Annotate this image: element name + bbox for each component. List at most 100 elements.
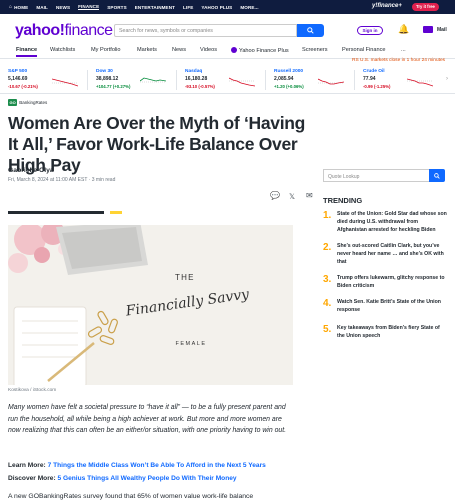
discover-more-link[interactable]: 5 Genius Things All Wealthy People Do Wi…	[57, 475, 236, 482]
mail-link[interactable]: Mail	[437, 27, 447, 33]
ticker-sp500[interactable]: S&P 500 5,146.69 -10.67 (-0.21%)	[8, 69, 88, 93]
image-text-sub: FEMALE	[175, 341, 206, 347]
discover-more-label: Discover More:	[8, 475, 56, 482]
site-header: yahoo!finance Search for news, symbols o…	[0, 14, 455, 44]
logo-finance-text: finance	[64, 22, 113, 39]
subnav-watchlists[interactable]: Watchlists	[50, 47, 75, 53]
bell-icon[interactable]: 🔔	[398, 25, 409, 34]
yahoo-finance-plus-logo[interactable]: y!finance+	[372, 3, 402, 9]
trending-headline: She’s out-scored Caitlin Clark, but you’…	[337, 243, 444, 265]
topnav-sports[interactable]: SPORTS	[107, 5, 127, 10]
trending-headline: Key takeaways from Biden’s fiery State o…	[337, 325, 440, 339]
finance-subnav: Finance Watchlists My Portfolio Markets …	[0, 44, 455, 59]
trending-rank: 3.	[323, 274, 332, 285]
email-share-icon[interactable]: ✉	[306, 191, 313, 200]
trending-rank: 5.	[323, 324, 332, 335]
trending-headline: State of the Union: Gold Star dad whose …	[337, 211, 447, 233]
article-byline: Fri, March 8, 2024 at 11:00 AM EST · 3 m…	[8, 177, 116, 183]
learn-more-line: Learn More: 7 Things the Middle Class Wo…	[8, 462, 266, 469]
sparkline-chart	[407, 78, 433, 87]
discover-more-line: Discover More: 5 Genius Things All Wealt…	[8, 475, 237, 482]
sparkline-chart	[52, 78, 78, 87]
ticker-name: Nasdaq	[185, 69, 203, 74]
learn-more-link[interactable]: 7 Things the Middle Class Won’t Be Able …	[48, 462, 266, 469]
article-hero-image: THE Financially Savvy FEMALE	[8, 225, 293, 385]
trending-item[interactable]: 5. Key takeaways from Biden’s fiery Stat…	[323, 325, 448, 341]
sign-in-button[interactable]: Sign in	[357, 26, 383, 35]
topnav-entertainment[interactable]: ENTERTAINMENT	[135, 5, 175, 10]
ticker-name: Dow 30	[96, 69, 113, 74]
topnav-finance[interactable]: FINANCE	[78, 4, 100, 10]
decorative-bar-yellow	[110, 211, 122, 214]
topnav-home[interactable]: ⌂ HOME	[9, 4, 28, 10]
search-icon	[434, 172, 440, 179]
topnav-more[interactable]: MORE...	[240, 5, 258, 10]
subnav-videos[interactable]: Videos	[200, 47, 217, 53]
ticker-nasdaq[interactable]: Nasdaq 16,180.28 -93.10 (-0.57%)	[185, 69, 265, 93]
try-it-free-button[interactable]: Try it free	[412, 2, 439, 11]
subnav-finance[interactable]: Finance	[16, 47, 38, 57]
ticker-divider	[87, 70, 88, 90]
quote-lookup-button[interactable]	[429, 169, 445, 182]
ticker-divider	[354, 70, 355, 90]
subnav-news[interactable]: News	[172, 47, 186, 53]
trending-rank: 4.	[323, 298, 332, 309]
x-share-icon[interactable]: 𝕏	[289, 192, 295, 201]
article-source[interactable]: GO BankingRates	[8, 99, 47, 106]
ticker-name: Crude Oil	[363, 69, 385, 74]
subnav-personal-finance[interactable]: Personal Finance	[342, 47, 386, 53]
article-author[interactable]: Gabrielle Olya	[8, 167, 54, 174]
ticker-name: S&P 500	[8, 69, 28, 74]
subnav-yahoo-finance-plus[interactable]: Yahoo Finance Plus	[231, 47, 289, 54]
image-text-the: THE	[175, 273, 195, 282]
ticker-divider	[265, 70, 266, 90]
ticker-divider	[176, 70, 177, 90]
topnav-mail[interactable]: MAIL	[36, 5, 48, 10]
trending-rank: 2.	[323, 242, 332, 253]
search-icon	[307, 27, 314, 34]
search-button[interactable]	[297, 24, 324, 37]
decorative-bar-dark	[8, 211, 104, 214]
trending-headline: Watch Sen. Katie Britt’s State of the Un…	[337, 299, 441, 313]
source-name: BankingRates	[19, 100, 48, 105]
finance-plus-icon	[231, 47, 237, 53]
home-icon: ⌂	[9, 4, 13, 10]
top-navigation-bar: ⌂ HOME MAIL NEWS FINANCE SPORTS ENTERTAIN…	[0, 0, 455, 14]
quote-lookup-input[interactable]: Quote Lookup	[323, 169, 430, 182]
logo-yahoo-text: yahoo!	[15, 22, 65, 39]
ticker-dow30[interactable]: Dow 30 38,898.12 +104.77 (+0.27%)	[96, 69, 176, 93]
learn-more-label: Learn More:	[8, 462, 46, 469]
trending-item[interactable]: 1. State of the Union: Gold Star dad who…	[323, 210, 448, 234]
trending-item[interactable]: 4. Watch Sen. Katie Britt’s State of the…	[323, 299, 448, 315]
ticker-crude-oil[interactable]: Crude Oil 77.94 -0.99 (-1.25%)	[363, 69, 443, 93]
trending-rank: 1.	[323, 210, 332, 221]
market-status-note: RS U.S. markets close in 1 hour 24 minut…	[352, 58, 446, 63]
chevron-right-icon[interactable]: ›	[446, 76, 448, 82]
sparkline-chart	[140, 77, 166, 83]
ticker-name: Russell 2000	[274, 69, 304, 74]
subnav-my-portfolio[interactable]: My Portfolio	[91, 47, 121, 53]
article-paragraph-2: A new GOBankingRates survey found that 6…	[8, 493, 254, 500]
subnav-markets[interactable]: Markets	[137, 47, 157, 53]
trending-item[interactable]: 2. She’s out-scored Caitlin Clark, but y…	[323, 242, 448, 266]
trending-item[interactable]: 3. Trump offers lukewarm, glitchy respon…	[323, 275, 448, 291]
source-logo-badge: GO	[8, 99, 18, 106]
search-input[interactable]: Search for news, symbols or companies	[114, 24, 297, 37]
sparkline-chart	[229, 77, 255, 87]
topnav-life[interactable]: LIFE	[183, 5, 193, 10]
sparkline-chart	[318, 78, 344, 85]
ticker-russell2000[interactable]: Russell 2000 2,085.94 +1.20 (+0.06%)	[274, 69, 354, 93]
market-ticker-strip: S&P 500 5,146.69 -10.67 (-0.21%) Dow 30 …	[0, 66, 455, 94]
trending-headline: Trump offers lukewarm, glitchy response …	[337, 275, 445, 289]
mail-icon[interactable]	[423, 26, 433, 33]
subnav-more[interactable]: ...	[401, 47, 406, 53]
article-paragraph: Many women have felt a societal pressure…	[8, 404, 287, 434]
topnav-yahoo-plus[interactable]: YAHOO PLUS	[201, 5, 232, 10]
subnav-screeners[interactable]: Screeners	[302, 47, 328, 53]
yahoo-finance-logo[interactable]: yahoo!finance	[15, 22, 113, 40]
trending-heading: TRENDING	[323, 196, 363, 205]
photo-credit: Kostikova / iStock.com	[8, 388, 57, 393]
topnav-news[interactable]: NEWS	[56, 5, 70, 10]
hero-illustration: THE Financially Savvy FEMALE	[8, 225, 293, 385]
comment-icon[interactable]: 💬	[270, 191, 280, 200]
